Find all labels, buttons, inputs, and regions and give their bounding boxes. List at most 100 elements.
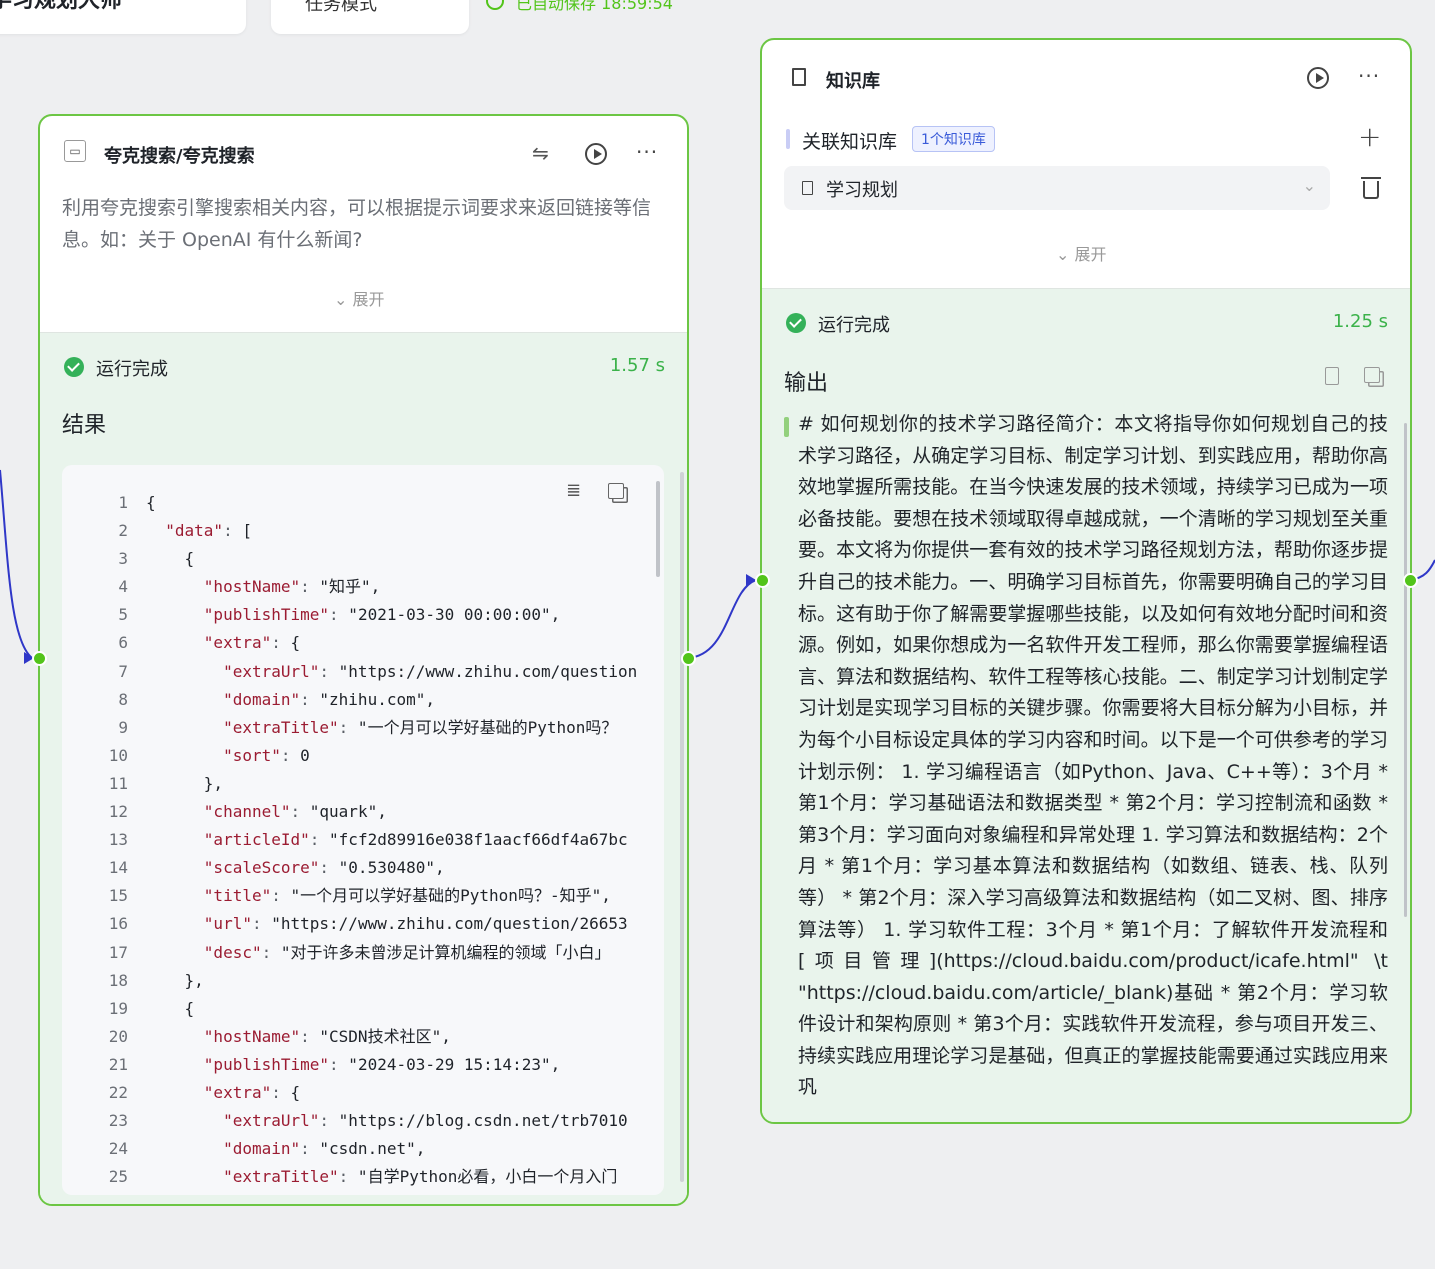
code-text: "domain": "zhihu.com", [223,689,435,709]
line-number: 12 [108,802,128,822]
output-port[interactable] [1403,573,1418,588]
format-icon[interactable] [1325,367,1339,385]
line-number: 22 [108,1082,128,1102]
run-result-area: 运行完成 1.57 s 结果 ≣ 1{2 "data": [3 {4 "host… [40,332,687,1204]
line-number: 5 [118,605,128,625]
code-text: "url": "https://www.zhihu.com/question/2… [203,914,628,934]
code-text: "articleId": "fcf2d89916e038f1aacf66df4a… [203,830,628,850]
knowledge-node[interactable]: 知识库 ··· 关联知识库 1个知识库 + 学习规划 ⌄ ⌄ 展开 运行完成 1… [760,38,1412,1124]
code-line: 3 { [62,545,637,573]
scrollbar[interactable] [656,481,660,577]
line-number: 23 [108,1111,128,1131]
code-line: 9 "extraTitle": "一个月可以学好基础的Python吗？ [62,714,637,742]
run-duration: 1.57 s [609,355,665,376]
line-number: 11 [108,773,128,793]
output-text: # 如何规划你的技术学习路径简介：本文将指导你如何规划自己的技术学习路径，从确定… [798,413,1388,1099]
search-node[interactable]: ▭ 夸克搜索/夸克搜索 ⇋ ··· 利用夸克搜索引擎搜索相关内容，可以根据提示词… [38,114,689,1206]
delete-icon[interactable] [1361,177,1381,199]
code-text: "extra": { [203,1082,301,1102]
kb-select[interactable]: 学习规划 ⌄ [784,166,1330,210]
code-line: 4 "hostName": "知乎", [62,573,637,601]
output-title: 输出 [784,371,829,396]
run-icon[interactable] [1307,67,1329,89]
link-search-to-kb [687,579,757,659]
line-number: 1 [118,493,128,512]
code-line: 18 }, [62,967,637,995]
output-scrollbar[interactable] [1404,423,1407,917]
expand-toggle[interactable]: ⌄ 展开 [1056,241,1107,265]
code-line: 10 "sort": 0 [62,742,637,770]
code-text: "channel": "quark", [203,802,387,822]
result-title: 结果 [62,413,107,438]
code-line: 12 "channel": "quark", [62,798,637,826]
code-line: 6 "extra": { [62,629,637,657]
expand-label: 展开 [1074,245,1107,264]
line-number: 9 [118,717,128,737]
run-status: 运行完成 [96,359,168,380]
line-number: 2 [118,521,128,541]
output-port[interactable] [681,651,696,666]
line-number: 14 [108,858,128,878]
line-number: 18 [108,970,128,990]
more-icon[interactable]: ··· [1358,64,1380,88]
input-port[interactable] [32,651,47,666]
code-text: "title": "一个月可以学好基础的Python吗？-知乎", [203,886,611,906]
code-text: "desc": "对于许多未曾涉足计算机编程的领域「小白」 [203,942,611,962]
document-icon [802,181,813,195]
node-title: 知识库 [826,71,880,92]
code-text: "publishTime": "2021-03-30 00:00:00", [203,605,561,625]
code-line: 17 "desc": "对于许多未曾涉足计算机编程的领域「小白」 [62,939,637,967]
code-text: "hostName": "知乎", [203,577,381,597]
node-title: 夸克搜索/夸克搜索 [104,146,255,167]
code-line: 7 "extraUrl": "https://www.zhihu.com/que… [62,658,637,686]
code-text: }, [146,773,224,793]
expand-label: 展开 [352,290,385,309]
code-line: 2 "data": [ [62,517,637,545]
line-number: 4 [118,577,128,597]
input-port[interactable] [755,573,770,588]
code-text: "extraTitle": "自学Python必看，小白一个月入门 [223,1167,618,1187]
result-scrollbar[interactable] [680,472,684,1182]
linked-kb-label: 关联知识库 [802,131,898,153]
line-number: 17 [108,942,128,962]
add-kb-icon[interactable]: + [1358,120,1381,153]
line-number: 20 [108,1026,128,1046]
code-text: "sort": 0 [223,745,310,765]
code-line: 25 "extraTitle": "自学Python必看，小白一个月入门 [62,1163,637,1191]
code-line: 20 "hostName": "CSDN技术社区", [62,1023,637,1051]
incoming-link [0,469,33,659]
code-text: }, [146,970,204,990]
code-text: "extraUrl": "https://www.zhihu.com/quest… [223,661,638,681]
line-number: 7 [118,661,128,681]
code-line: 5 "publishTime": "2021-03-30 00:00:00", [62,601,637,629]
expand-toggle[interactable]: ⌄ 展开 [334,286,385,310]
success-icon [64,357,84,377]
code-text: "domain": "csdn.net", [223,1139,426,1159]
chevron-down-icon[interactable]: ⌄ [1303,176,1316,195]
code-line: 21 "publishTime": "2024-03-29 15:14:23", [62,1051,637,1079]
code-text: "extraUrl": "https://blog.csdn.net/trb70… [223,1111,628,1131]
code-lines: 1{2 "data": [3 {4 "hostName": "知乎", 5 "pu… [62,489,638,1191]
success-icon [786,313,806,333]
json-result-panel[interactable]: ≣ 1{2 "data": [3 {4 "hostName": "知乎", 5 "… [62,465,664,1195]
code-line: 11 }, [62,770,637,798]
code-text: "hostName": "CSDN技术社区", [203,1026,451,1046]
line-number: 24 [108,1139,128,1159]
node-description: 利用夸克搜索引擎搜索相关内容，可以根据提示词要求来返回链接等信息。如：关于 Op… [62,197,652,251]
code-line: 22 "extra": { [62,1079,637,1107]
run-icon[interactable] [585,143,607,165]
copy-icon[interactable] [1364,367,1380,383]
book-icon [792,68,806,86]
swap-icon[interactable]: ⇋ [532,143,549,163]
code-text: "publishTime": "2024-03-29 15:14:23", [203,1054,561,1074]
line-number: 10 [108,745,128,765]
code-text: "data": [ [165,521,252,541]
code-line: 8 "domain": "zhihu.com", [62,686,637,714]
line-number: 13 [108,830,128,850]
code-line: 23 "extraUrl": "https://blog.csdn.net/tr… [62,1107,637,1135]
line-number: 16 [108,914,128,934]
more-icon[interactable]: ··· [636,140,658,164]
chevron-down-icon: ⌄ [334,290,353,309]
run-status: 运行完成 [818,315,890,336]
run-result-area: 运行完成 1.25 s 输出 # 如何规划你的技术学习路径简介：本文将指导你如何… [762,288,1410,1122]
